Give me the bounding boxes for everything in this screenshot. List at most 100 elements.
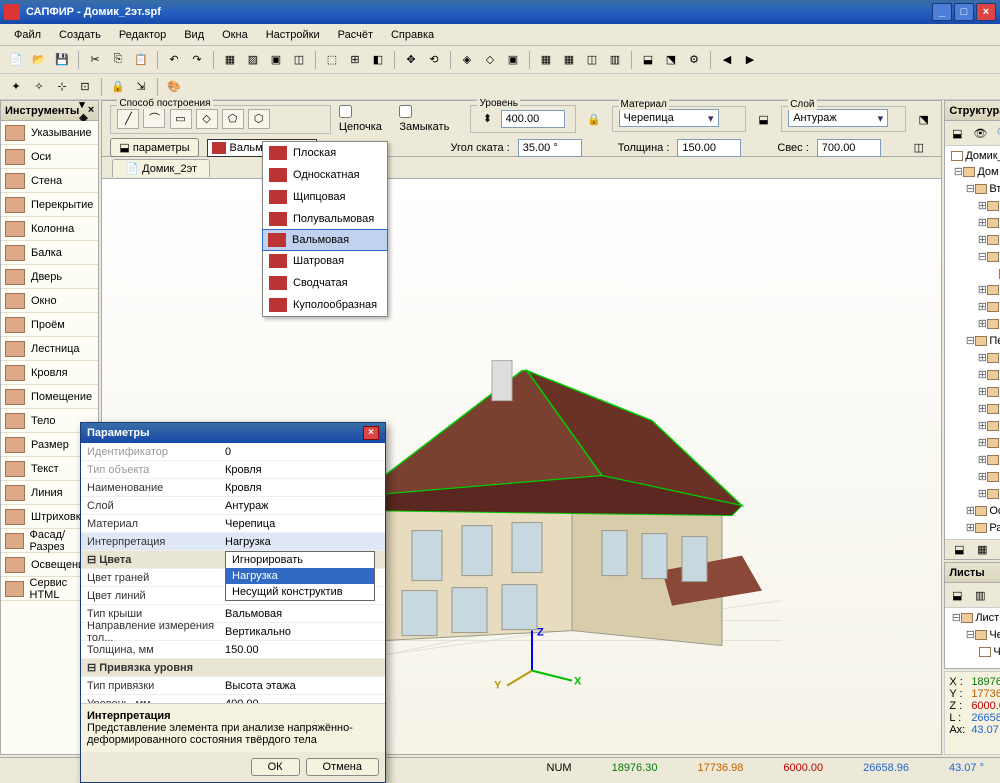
- close-button[interactable]: ×: [976, 3, 996, 21]
- tree-node[interactable]: ⊞Кровля: [947, 401, 1000, 418]
- shape-poly-icon[interactable]: ◇: [196, 109, 218, 129]
- palette-icon[interactable]: 🎨: [164, 77, 184, 97]
- tree-node[interactable]: ⊞Колонна: [947, 232, 1000, 249]
- interp-option[interactable]: Несущий конструктив: [226, 584, 374, 600]
- menu-help[interactable]: Справка: [383, 27, 442, 43]
- tool-item[interactable]: Кровля: [1, 361, 98, 385]
- redo-icon[interactable]: ↷: [187, 50, 207, 70]
- roof-dd-item[interactable]: Односкатная: [263, 164, 387, 186]
- save-icon[interactable]: 💾: [52, 50, 72, 70]
- tool-icon[interactable]: ◈: [457, 50, 477, 70]
- rotate-icon[interactable]: ⟲: [424, 50, 444, 70]
- tree-node[interactable]: ⊟Дом 143 (3): [947, 164, 1000, 181]
- menu-editor[interactable]: Редактор: [111, 27, 174, 43]
- new-icon[interactable]: 📄: [6, 50, 26, 70]
- nav-icon[interactable]: ◀: [717, 50, 737, 70]
- snap-icon[interactable]: ✧: [29, 77, 49, 97]
- maximize-button[interactable]: □: [954, 3, 974, 21]
- interp-option[interactable]: Нагрузка: [226, 568, 374, 584]
- slope-input[interactable]: [518, 139, 582, 157]
- tree-tool-icon[interactable]: ⬓: [947, 123, 967, 143]
- tool-icon[interactable]: ◫: [289, 50, 309, 70]
- gear-icon[interactable]: ⚙: [684, 50, 704, 70]
- view-icon[interactable]: ▦: [559, 50, 579, 70]
- roof-dd-item[interactable]: Куполообразная: [263, 294, 387, 316]
- view-icon[interactable]: ▥: [605, 50, 625, 70]
- tree-node[interactable]: ⊞Помещение: [947, 282, 1000, 299]
- roof-dd-item[interactable]: Плоская: [263, 142, 387, 164]
- undo-icon[interactable]: ↶: [164, 50, 184, 70]
- param-row[interactable]: ИнтерпретацияНагрузка: [81, 533, 385, 551]
- tool-item[interactable]: Колонна: [1, 217, 98, 241]
- tree-node[interactable]: ⊞Лестница: [947, 418, 1000, 435]
- dialog-close-icon[interactable]: ×: [363, 426, 379, 440]
- pin-icon[interactable]: ▾ ◈: [79, 98, 87, 124]
- tool-icon[interactable]: ▣: [266, 50, 286, 70]
- tool-icon[interactable]: ◇: [480, 50, 500, 70]
- view-icon[interactable]: ▦: [972, 540, 992, 560]
- tool-icon[interactable]: ▣: [503, 50, 523, 70]
- tree-node[interactable]: ⊞Стена: [947, 350, 1000, 367]
- param-row[interactable]: ⊟ Привязка уровня: [81, 659, 385, 677]
- tree-node[interactable]: ⊞Помещение: [947, 435, 1000, 452]
- nav-icon[interactable]: ▶: [740, 50, 760, 70]
- tool-item[interactable]: Окно: [1, 289, 98, 313]
- param-row[interactable]: СлойАнтураж: [81, 497, 385, 515]
- shape-poly2-icon[interactable]: ⬠: [222, 109, 244, 129]
- tree-node[interactable]: ⊟Чертежи: [947, 627, 1000, 644]
- tree-root[interactable]: Домик_2эт.spf: [947, 148, 1000, 164]
- close-check[interactable]: Замыкать: [399, 105, 462, 133]
- over-input[interactable]: [817, 139, 881, 157]
- tree-node[interactable]: Кровля (140): [947, 266, 1000, 282]
- param-row[interactable]: Направление измерения тол...Вертикально: [81, 623, 385, 641]
- view-icon[interactable]: ⬓: [949, 540, 969, 560]
- roof-dd-item[interactable]: Вальмовая: [262, 229, 388, 251]
- tool-item[interactable]: Перекрытие: [1, 193, 98, 217]
- menu-settings[interactable]: Настройки: [258, 27, 328, 43]
- tool-icon[interactable]: ⬚: [322, 50, 342, 70]
- roof-dd-item[interactable]: Полувальмовая: [263, 208, 387, 230]
- sheet-tool-icon[interactable]: ⬓: [947, 585, 967, 605]
- minimize-button[interactable]: _: [932, 3, 952, 21]
- chain-check[interactable]: Цепочка: [339, 105, 395, 133]
- tool-icon[interactable]: ▦: [220, 50, 240, 70]
- interp-option[interactable]: Игнорировать: [226, 552, 374, 568]
- cancel-button[interactable]: Отмена: [306, 758, 379, 776]
- param-row[interactable]: МатериалЧерепица: [81, 515, 385, 533]
- menu-create[interactable]: Создать: [51, 27, 109, 43]
- tree-node[interactable]: ⊞Дверь: [947, 316, 1000, 333]
- cut-icon[interactable]: ✂: [85, 50, 105, 70]
- snap-icon[interactable]: ⊹: [52, 77, 72, 97]
- lock-icon[interactable]: 🔒: [584, 109, 603, 129]
- tree-node[interactable]: ⊞Стена: [947, 198, 1000, 215]
- move-icon[interactable]: ✥: [401, 50, 421, 70]
- tree-node[interactable]: ⊞Окно: [947, 299, 1000, 316]
- tool-item[interactable]: Стена: [1, 169, 98, 193]
- view-icon[interactable]: ▦: [536, 50, 556, 70]
- layer-combo[interactable]: Антураж▾: [788, 109, 888, 127]
- layer-icon[interactable]: ⬓: [638, 50, 658, 70]
- params-button[interactable]: ⬓ параметры: [110, 138, 198, 157]
- param-row[interactable]: Тип привязкиВысота этажа: [81, 677, 385, 695]
- tool-icon[interactable]: ⇲: [131, 77, 151, 97]
- lock-icon[interactable]: 🔒: [108, 77, 128, 97]
- snap-icon[interactable]: ⊡: [75, 77, 95, 97]
- tool-icon[interactable]: ▨: [243, 50, 263, 70]
- roof-dd-item[interactable]: Шатровая: [263, 250, 387, 272]
- tree-node[interactable]: ⊞Колонна: [947, 384, 1000, 401]
- tree-node[interactable]: ⊟Листы: [947, 610, 1000, 627]
- tree-tool-icon[interactable]: 🔍: [993, 123, 1000, 143]
- tool-icon[interactable]: ⊞: [345, 50, 365, 70]
- level-input[interactable]: [501, 110, 565, 128]
- param-row[interactable]: Идентификатор0: [81, 443, 385, 461]
- tree-node[interactable]: ⊞Проём: [947, 452, 1000, 469]
- menu-view[interactable]: Вид: [176, 27, 212, 43]
- ok-button[interactable]: ОК: [251, 758, 300, 776]
- param-row[interactable]: Тип объектаКровля: [81, 461, 385, 479]
- tool-item[interactable]: Дверь: [1, 265, 98, 289]
- layer-icon[interactable]: ⬔: [661, 50, 681, 70]
- tree-node[interactable]: ⊞Дверь: [947, 486, 1000, 503]
- tree-node[interactable]: ⊞Оси координационные: [947, 503, 1000, 520]
- shape-arc-icon[interactable]: ⌒: [143, 108, 165, 128]
- shape-free-icon[interactable]: ⬡: [248, 109, 270, 129]
